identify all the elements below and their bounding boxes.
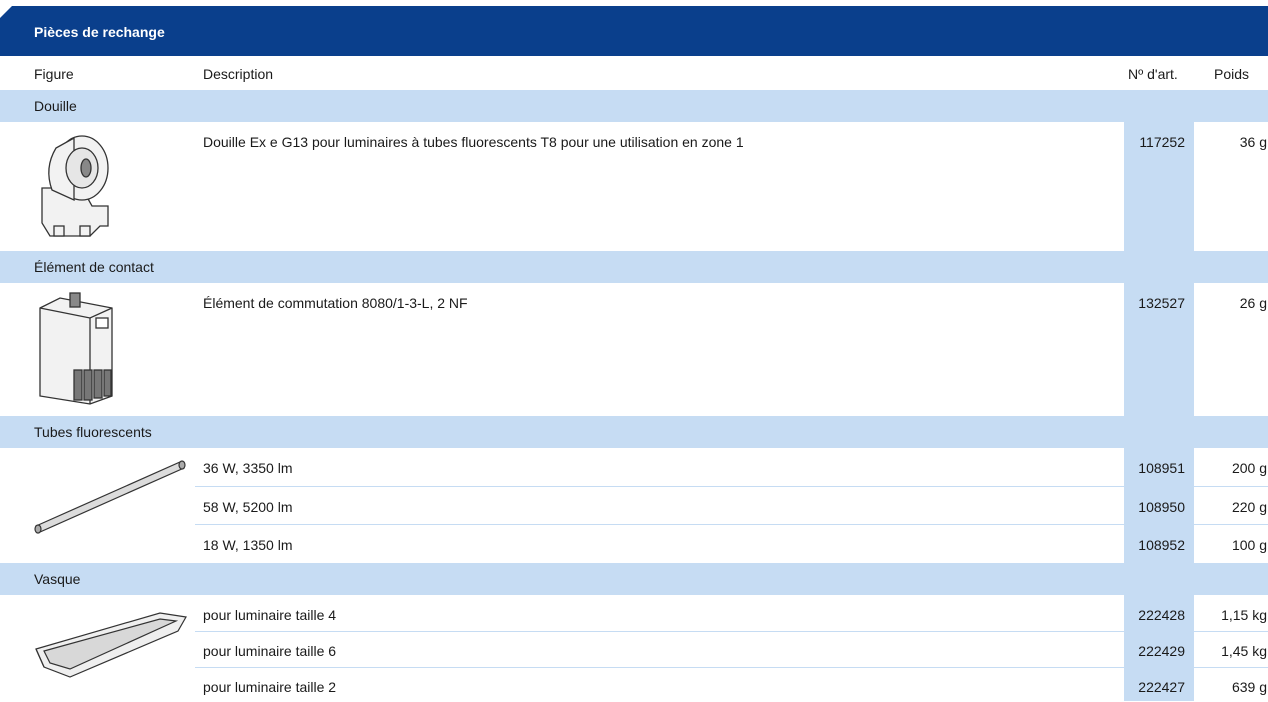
item-weight: 36 g — [1239, 134, 1267, 150]
table-row: pour luminaire taille 6 222429 1,45 kg — [195, 631, 1268, 668]
column-headers: Figure Description Nº d'art. Poids — [0, 56, 1268, 90]
item-description: pour luminaire taille 6 — [203, 643, 337, 659]
art-no: 222428 — [1138, 607, 1185, 623]
section-header-contact: Élément de contact — [0, 251, 1268, 283]
table-title-bar: Pièces de rechange — [0, 6, 1268, 56]
item-description: Élément de commutation 8080/1-3-L, 2 NF — [203, 295, 468, 311]
section-header-vasque: Vasque — [0, 563, 1268, 595]
section-label: Élément de contact — [34, 259, 154, 275]
table-row: pour luminaire taille 2 222427 639 g — [195, 667, 1268, 702]
column-figure: Figure — [34, 66, 74, 82]
column-description: Description — [203, 66, 274, 82]
item-weight: 1,15 kg — [1221, 607, 1267, 623]
fluorescent-tube-image — [34, 460, 186, 534]
basin-image — [35, 612, 187, 678]
item-description: 18 W, 1350 lm — [203, 537, 293, 553]
art-no: 108952 — [1138, 537, 1185, 553]
section-label: Douille — [34, 98, 77, 114]
table-row: 58 W, 5200 lm 108950 220 g — [195, 486, 1268, 525]
art-no: 222427 — [1138, 679, 1185, 695]
item-description: pour luminaire taille 2 — [203, 679, 337, 695]
socket-image — [41, 135, 109, 237]
art-no: 108950 — [1138, 499, 1185, 515]
item-description: pour luminaire taille 4 — [203, 607, 337, 623]
item-description: 36 W, 3350 lm — [203, 460, 293, 476]
table-title: Pièces de rechange — [34, 24, 165, 40]
art-no: 108951 — [1138, 460, 1185, 476]
item-weight: 200 g — [1231, 460, 1267, 476]
item-weight: 100 g — [1231, 537, 1267, 553]
column-weight: Poids — [1214, 66, 1250, 82]
table-row: Douille Ex e G13 pour luminaires à tubes… — [0, 122, 1268, 251]
section-header-douille: Douille — [0, 90, 1268, 122]
item-weight: 220 g — [1231, 499, 1267, 515]
item-description: Douille Ex e G13 pour luminaires à tubes… — [203, 134, 744, 150]
table-row: 36 W, 3350 lm 108951 200 g — [0, 448, 1268, 486]
column-art-no: Nº d'art. — [1128, 66, 1178, 82]
item-weight: 26 g — [1239, 295, 1267, 311]
item-weight: 639 g — [1231, 679, 1267, 695]
section-label: Tubes fluorescents — [34, 424, 152, 440]
table-row: Élément de commutation 8080/1-3-L, 2 NF … — [0, 283, 1268, 416]
table-row: pour luminaire taille 4 222428 1,15 kg — [0, 595, 1268, 631]
section-header-tubes: Tubes fluorescents — [0, 416, 1268, 448]
art-no: 222429 — [1138, 643, 1185, 659]
item-description: 58 W, 5200 lm — [203, 499, 293, 515]
item-weight: 1,45 kg — [1221, 643, 1267, 659]
table-row: 18 W, 1350 lm 108952 100 g — [195, 524, 1268, 564]
contact-element-image — [39, 292, 113, 405]
section-label: Vasque — [34, 571, 81, 587]
